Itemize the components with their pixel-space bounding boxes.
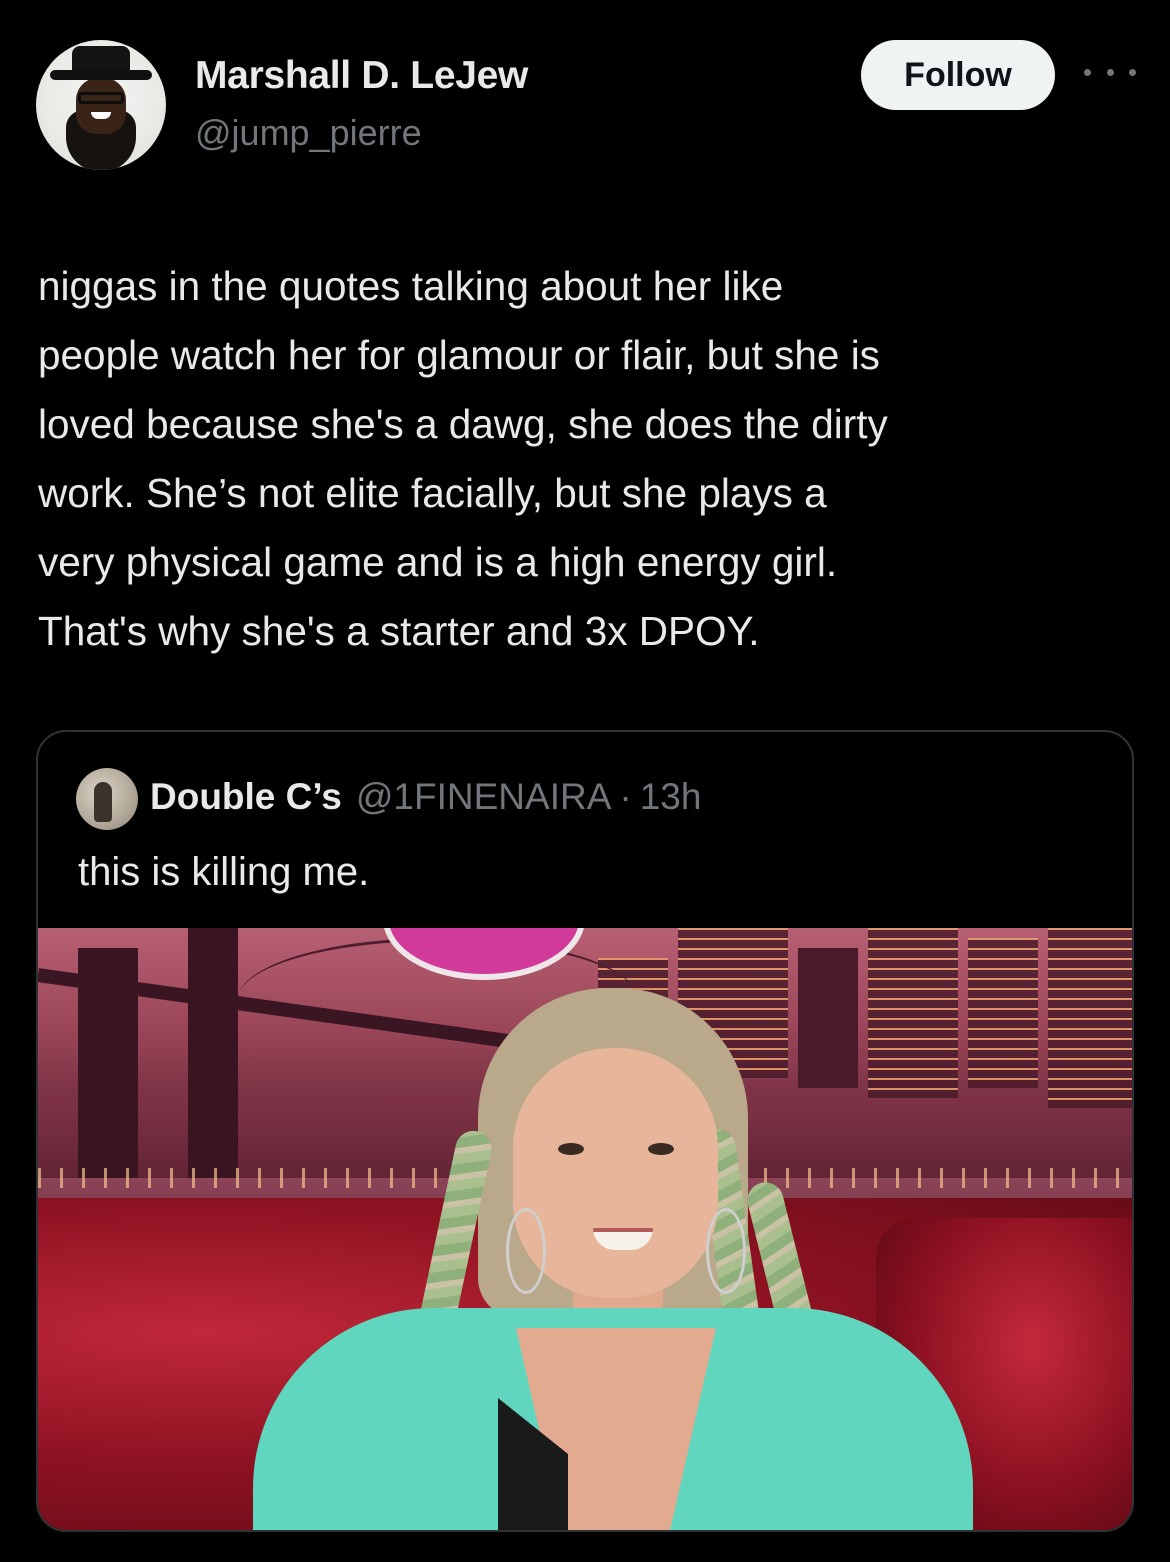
tweet: Marshall D. LeJew @jump_pierre Follow ni… — [0, 0, 1170, 1562]
author-handle[interactable]: @jump_pierre — [195, 112, 422, 154]
tweet-text: niggas in the quotes talking about her l… — [38, 252, 1138, 666]
quoted-tweet-card[interactable]: Double C’s @1FINENAIRA · 13h this is kil… — [36, 730, 1134, 1532]
tweet-text-line: niggas in the quotes talking about her l… — [38, 263, 784, 309]
tweet-text-line: work. She’s not elite facially, but she … — [38, 470, 827, 516]
separator-dot: · — [619, 776, 632, 817]
author-avatar[interactable] — [36, 40, 166, 170]
quoted-author-row: Double C’s @1FINENAIRA · 13h — [150, 776, 701, 818]
quoted-tweet-text: this is killing me. — [78, 850, 370, 894]
quoted-tweet-time[interactable]: 13h — [640, 776, 702, 818]
quoted-author-display-name[interactable]: Double C’s — [150, 776, 342, 818]
quoted-tweet-image[interactable] — [38, 928, 1132, 1530]
author-display-name[interactable]: Marshall D. LeJew — [195, 54, 528, 98]
follow-button[interactable]: Follow — [861, 40, 1055, 110]
more-horizontal-icon[interactable] — [1084, 62, 1136, 82]
quoted-author-avatar[interactable] — [76, 768, 138, 830]
quoted-author-handle[interactable]: @1FINENAIRA — [356, 776, 612, 818]
tweet-text-line: very physical game and is a high energy … — [38, 539, 838, 585]
tweet-text-line: That's why she's a starter and 3x DPOY. — [38, 608, 760, 654]
tweet-text-line: loved because she's a dawg, she does the… — [38, 401, 888, 447]
tweet-text-line: people watch her for glamour or flair, b… — [38, 332, 880, 378]
